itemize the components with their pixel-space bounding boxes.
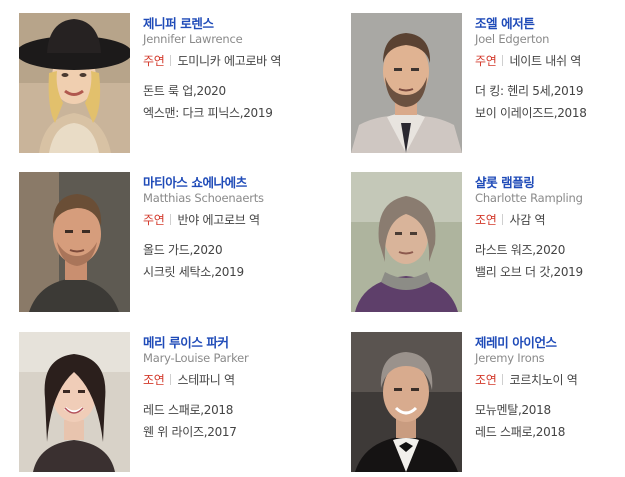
filmography-item[interactable]: 레드 스패로,2018	[475, 423, 565, 440]
role-line: 주연 반야 에고로브 역	[143, 211, 260, 228]
filmography-item[interactable]: 돈트 룩 업,2020	[143, 82, 226, 99]
portrait-man-beard-icon	[351, 13, 462, 153]
role-type: 주연	[475, 54, 497, 68]
filmography-item[interactable]: 라스트 워즈,2020	[475, 241, 565, 258]
filmography-item[interactable]: 보이 이레이즈드,2018	[475, 104, 587, 121]
divider	[170, 374, 172, 385]
filmography-item[interactable]: 레드 스패로,2018	[143, 401, 233, 418]
actor-name-ko[interactable]: 메리 루이스 파커	[143, 332, 229, 351]
character-name: 도미니카 에고로바 역	[177, 54, 282, 68]
actor-name-ko[interactable]: 마티아스 쇼에나에츠	[143, 172, 247, 191]
actor-name-en: Mary-Louise Parker	[143, 351, 249, 365]
role-line: 조연 코르치노이 역	[475, 371, 578, 388]
role-type: 주연	[143, 54, 165, 68]
filmography-item[interactable]: 밸리 오브 더 갓,2019	[475, 263, 583, 280]
actor-name-en: Charlotte Rampling	[475, 191, 583, 205]
divider	[502, 214, 504, 225]
role-type: 주연	[143, 213, 165, 227]
portrait-woman-dark-hair-icon	[19, 332, 130, 472]
actor-name-ko[interactable]: 제니퍼 로렌스	[143, 13, 214, 32]
divider	[170, 55, 172, 66]
actor-photo[interactable]	[351, 13, 462, 153]
actor-photo[interactable]	[351, 172, 462, 312]
role-type: 조연	[475, 373, 497, 387]
role-type: 조연	[143, 373, 165, 387]
filmography-item[interactable]: 시크릿 세탁소,2019	[143, 263, 244, 280]
actor-name-en: Jeremy Irons	[475, 351, 545, 365]
filmography-item[interactable]: 웬 위 라이즈,2017	[143, 423, 237, 440]
character-name: 사감 역	[509, 213, 546, 227]
actor-name-en: Jennifer Lawrence	[143, 32, 243, 46]
role-line: 조연 스테파니 역	[143, 371, 235, 388]
actor-name-en: Joel Edgerton	[475, 32, 550, 46]
role-line: 주연 도미니카 에고로바 역	[143, 52, 281, 69]
portrait-man-gray-hair-icon	[351, 332, 462, 472]
cast-card[interactable]: 제레미 아이언스 Jeremy Irons 조연 코르치노이 역 모뉴멘탈,201…	[351, 332, 625, 472]
divider	[502, 55, 504, 66]
portrait-woman-gray-hair-icon	[351, 172, 462, 312]
actor-name-ko[interactable]: 제레미 아이언스	[475, 332, 557, 351]
actor-name-en: Matthias Schoenaerts	[143, 191, 264, 205]
divider	[502, 374, 504, 385]
portrait-man-stubble-icon	[19, 172, 130, 312]
cast-card[interactable]: 조엘 에저튼 Joel Edgerton 주연 네이트 내쉬 역 더 킹: 헨리 …	[351, 13, 625, 153]
role-line: 주연 네이트 내쉬 역	[475, 52, 581, 69]
actor-photo[interactable]	[351, 332, 462, 472]
cast-card[interactable]: 제니퍼 로렌스 Jennifer Lawrence 주연 도미니카 에고로바 역 …	[19, 13, 309, 153]
cast-card[interactable]: 메리 루이스 파커 Mary-Louise Parker 조연 스테파니 역 레드…	[19, 332, 309, 472]
role-line: 조연 사감 역	[475, 211, 546, 228]
actor-photo[interactable]	[19, 332, 130, 472]
filmography-item[interactable]: 올드 가드,2020	[143, 241, 223, 258]
actor-name-ko[interactable]: 샬롯 램플링	[475, 172, 535, 191]
actor-name-ko[interactable]: 조엘 에저튼	[475, 13, 535, 32]
cast-card[interactable]: 샬롯 램플링 Charlotte Rampling 조연 사감 역 라스트 워즈,…	[351, 172, 625, 312]
actor-photo[interactable]	[19, 13, 130, 153]
filmography-item[interactable]: 모뉴멘탈,2018	[475, 401, 551, 418]
divider	[170, 214, 172, 225]
character-name: 반야 에고로브 역	[177, 213, 260, 227]
character-name: 코르치노이 역	[509, 373, 578, 387]
filmography-item[interactable]: 더 킹: 헨리 5세,2019	[475, 82, 583, 99]
character-name: 네이트 내쉬 역	[509, 54, 581, 68]
filmography-item[interactable]: 엑스맨: 다크 피닉스,2019	[143, 104, 273, 121]
actor-photo[interactable]	[19, 172, 130, 312]
role-type: 조연	[475, 213, 497, 227]
portrait-woman-black-hat-icon	[19, 13, 130, 153]
cast-card[interactable]: 마티아스 쇼에나에츠 Matthias Schoenaerts 주연 반야 에고로…	[19, 172, 309, 312]
character-name: 스테파니 역	[177, 373, 235, 387]
